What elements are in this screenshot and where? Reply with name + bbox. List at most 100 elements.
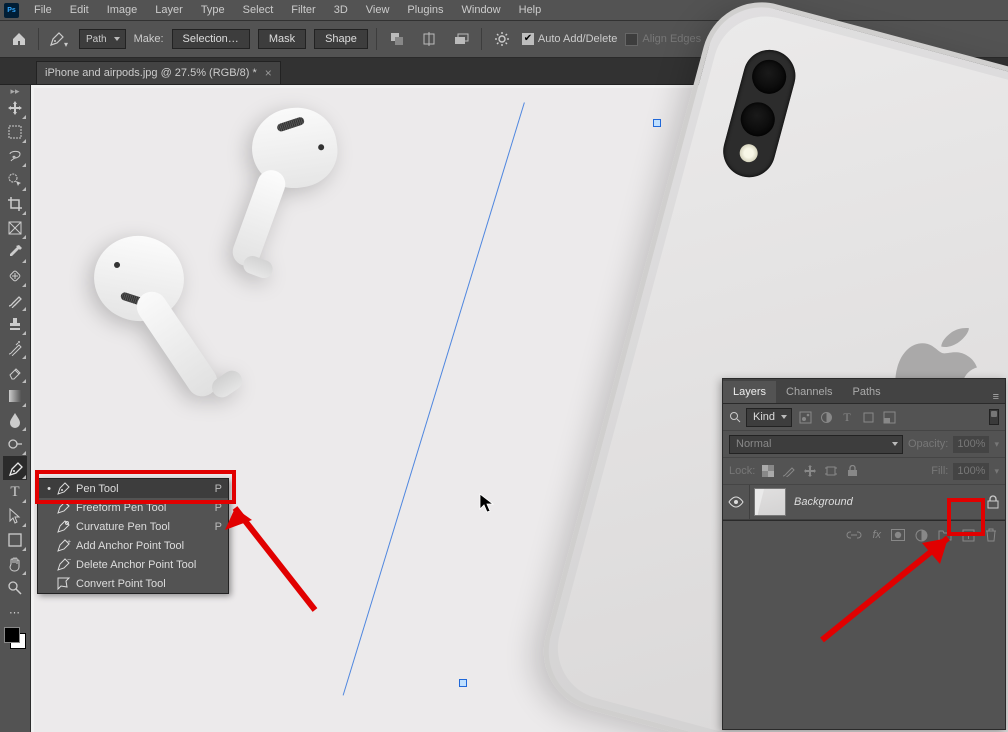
marquee-tool[interactable] xyxy=(3,120,27,144)
dodge-tool[interactable] xyxy=(3,432,27,456)
edit-toolbar[interactable]: ⋯ xyxy=(3,600,27,624)
gradient-tool[interactable] xyxy=(3,384,27,408)
anchor-point[interactable] xyxy=(459,679,467,687)
quick-select-tool[interactable] xyxy=(3,168,27,192)
flyout-freeform-pen-tool[interactable]: Freeform Pen ToolP xyxy=(38,498,228,517)
document-tab[interactable]: iPhone and airpods.jpg @ 27.5% (RGB/8) *… xyxy=(36,61,281,84)
lock-fill-row: Lock: Fill: 100% ▾ xyxy=(723,458,1005,485)
pen-tool[interactable] xyxy=(3,456,27,480)
eyedropper-tool[interactable] xyxy=(3,240,27,264)
shape-tool[interactable] xyxy=(3,528,27,552)
blend-mode-select: Normal xyxy=(729,435,903,454)
move-tool[interactable] xyxy=(3,96,27,120)
blur-tool[interactable] xyxy=(3,408,27,432)
eraser-tool[interactable] xyxy=(3,360,27,384)
lasso-tool[interactable] xyxy=(3,144,27,168)
tab-paths[interactable]: Paths xyxy=(843,381,891,403)
zoom-tool[interactable] xyxy=(3,576,27,600)
filter-shape-icon[interactable] xyxy=(860,409,876,425)
flyout-add-anchor-point-tool[interactable]: +Add Anchor Point Tool xyxy=(38,536,228,555)
photo-airpod-left xyxy=(94,236,184,321)
opacity-label: Opacity: xyxy=(908,438,948,450)
menu-plugins[interactable]: Plugins xyxy=(398,3,452,17)
path-select-tool[interactable] xyxy=(3,504,27,528)
path-ops-icon[interactable] xyxy=(385,27,409,51)
history-brush-tool[interactable] xyxy=(3,336,27,360)
tab-channels[interactable]: Channels xyxy=(776,381,842,403)
lock-icon[interactable] xyxy=(981,495,1005,509)
visibility-icon[interactable] xyxy=(723,496,749,508)
tab-layers[interactable]: Layers xyxy=(723,381,776,403)
flyout-curvature-pen-tool[interactable]: Curvature Pen ToolP xyxy=(38,517,228,536)
layer-filter-row: Kind T xyxy=(723,404,1005,431)
menu-view[interactable]: View xyxy=(357,3,399,17)
lock-all-icon[interactable] xyxy=(844,463,860,479)
menu-filter[interactable]: Filter xyxy=(282,3,324,17)
auto-add-delete-checkbox[interactable]: ✔Auto Add/Delete xyxy=(522,33,618,45)
flyout-pen-tool[interactable]: •Pen ToolP xyxy=(38,479,228,498)
panel-menu-icon[interactable]: ≡ xyxy=(987,391,1005,403)
blend-opacity-row: Normal Opacity: 100% ▾ xyxy=(723,431,1005,458)
lock-pos-icon[interactable] xyxy=(802,463,818,479)
fill-label: Fill: xyxy=(931,465,948,477)
selection-button[interactable]: Selection… xyxy=(172,29,250,49)
search-icon xyxy=(729,411,741,423)
color-swatches[interactable] xyxy=(3,626,27,650)
menu-layer[interactable]: Layer xyxy=(146,3,192,17)
home-icon xyxy=(11,31,27,47)
mask-button[interactable]: Mask xyxy=(258,29,306,49)
home-button[interactable] xyxy=(8,28,30,50)
menu-3d[interactable]: 3D xyxy=(325,3,357,17)
anchor-point[interactable] xyxy=(653,119,661,127)
menu-file[interactable]: File xyxy=(25,3,61,17)
svg-text:−: − xyxy=(67,557,71,564)
lock-image-icon[interactable] xyxy=(781,463,797,479)
filter-kind-select[interactable]: Kind xyxy=(746,408,792,427)
lock-label: Lock: xyxy=(729,465,755,477)
shape-button[interactable]: Shape xyxy=(314,29,368,49)
lock-trans-icon[interactable] xyxy=(760,463,776,479)
trash-icon[interactable] xyxy=(985,528,997,542)
menu-image[interactable]: Image xyxy=(98,3,147,17)
path-arrange-icon[interactable] xyxy=(449,27,473,51)
menubar: Ps FileEditImageLayerTypeSelectFilter3DV… xyxy=(0,0,1008,21)
flyout-convert-point-tool[interactable]: Convert Point Tool xyxy=(38,574,228,593)
photoshop-logo: Ps xyxy=(4,3,19,18)
pen-tool-flyout: •Pen ToolPFreeform Pen ToolPCurvature Pe… xyxy=(37,478,229,594)
document-tab-title: iPhone and airpods.jpg @ 27.5% (RGB/8) * xyxy=(45,67,257,79)
menu-type[interactable]: Type xyxy=(192,3,234,17)
healing-tool[interactable] xyxy=(3,264,27,288)
lock-artboard-icon[interactable] xyxy=(823,463,839,479)
pick-mode-select[interactable]: Path xyxy=(79,29,126,49)
annotation-arrow xyxy=(810,520,980,650)
menu-edit[interactable]: Edit xyxy=(61,3,98,17)
crop-tool[interactable] xyxy=(3,192,27,216)
menu-select[interactable]: Select xyxy=(234,3,283,17)
layer-thumbnail[interactable] xyxy=(754,488,786,516)
filter-smart-icon[interactable] xyxy=(881,409,897,425)
gear-icon[interactable] xyxy=(490,27,514,51)
menu-help[interactable]: Help xyxy=(510,3,551,17)
filter-adjust-icon[interactable] xyxy=(818,409,834,425)
stamp-tool[interactable] xyxy=(3,312,27,336)
pen-tool-indicator: ▾ xyxy=(47,27,71,51)
flyout-delete-anchor-point-tool[interactable]: −Delete Anchor Point Tool xyxy=(38,555,228,574)
close-icon[interactable]: × xyxy=(265,66,272,80)
fill-field: 100% xyxy=(953,463,989,480)
hand-tool[interactable] xyxy=(3,552,27,576)
path-align-icon[interactable] xyxy=(417,27,441,51)
filter-pixel-icon[interactable] xyxy=(797,409,813,425)
cursor-icon xyxy=(479,493,495,513)
type-tool[interactable]: T xyxy=(3,480,27,504)
brush-tool[interactable] xyxy=(3,288,27,312)
frame-tool[interactable] xyxy=(3,216,27,240)
tool-palette: ▸▸ T ⋯ xyxy=(0,85,31,732)
collapse-toolbar-icon[interactable]: ▸▸ xyxy=(0,87,30,96)
layer-row-background[interactable]: Background xyxy=(723,485,1005,520)
filter-toggle[interactable] xyxy=(989,409,999,425)
filter-type-icon[interactable]: T xyxy=(839,409,855,425)
layer-name[interactable]: Background xyxy=(790,496,981,508)
menu-window[interactable]: Window xyxy=(453,3,510,17)
make-label: Make: xyxy=(134,33,164,45)
panel-tab-bar: Layers Channels Paths ≡ xyxy=(723,379,1005,404)
